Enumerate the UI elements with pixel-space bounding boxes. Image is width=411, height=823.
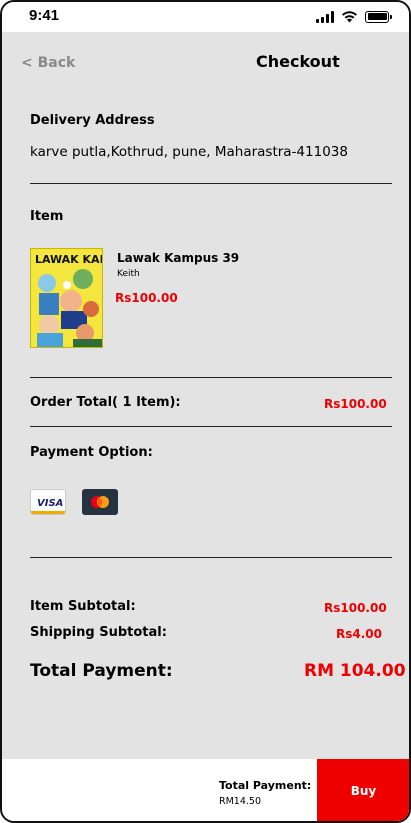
delivery-address-text: karve putla,Kothrud, pune, Maharastra-41…: [30, 144, 348, 160]
shipping-subtotal-label: Shipping Subtotal:: [30, 625, 167, 640]
visa-icon: VISA: [31, 490, 65, 514]
divider: [30, 426, 392, 427]
total-payment-value: RM 104.00: [304, 661, 406, 681]
mastercard-icon: [91, 496, 109, 508]
shipping-subtotal-value: Rs4.00: [336, 627, 382, 641]
status-bar: 9:41: [2, 2, 409, 32]
divider: [30, 377, 392, 378]
payment-option-heading: Payment Option:: [30, 445, 153, 460]
battery-icon: [365, 10, 392, 23]
book-cover-art: LAWAK KAMPUS: [31, 249, 103, 347]
item-heading: Item: [30, 209, 64, 224]
status-icons: [316, 10, 392, 23]
buy-button[interactable]: Buy: [317, 759, 409, 821]
page-title: Checkout: [256, 52, 340, 71]
visa-card-option[interactable]: VISA: [30, 489, 66, 515]
footer-total-value: RM14.50: [219, 796, 261, 807]
cover-title-text: LAWAK KAMPUS: [35, 253, 103, 266]
item-author: Keith: [117, 269, 140, 279]
signal-icon: [316, 10, 334, 23]
item-price: Rs100.00: [115, 291, 178, 305]
delivery-address-heading: Delivery Address: [30, 113, 155, 128]
phone-frame: 9:41 < Back Checkout Delivery Address ka…: [0, 0, 411, 823]
total-payment-label: Total Payment:: [30, 661, 173, 681]
back-button[interactable]: < Back: [21, 55, 75, 71]
item-subtotal-label: Item Subtotal:: [30, 599, 136, 614]
item-subtotal-value: Rs100.00: [324, 601, 387, 615]
item-title: Lawak Kampus 39: [117, 251, 240, 265]
status-time: 9:41: [29, 7, 60, 24]
order-total-value: Rs100.00: [324, 397, 387, 411]
mastercard-card-option[interactable]: [82, 489, 118, 515]
wifi-icon: [342, 11, 357, 23]
footer-total-label: Total Payment:: [219, 779, 312, 792]
divider: [30, 183, 392, 184]
book-cover-image: LAWAK KAMPUS: [30, 248, 103, 348]
order-total-label: Order Total( 1 Item):: [30, 395, 181, 410]
divider: [30, 557, 392, 558]
visa-card-label: VISA: [37, 498, 63, 509]
